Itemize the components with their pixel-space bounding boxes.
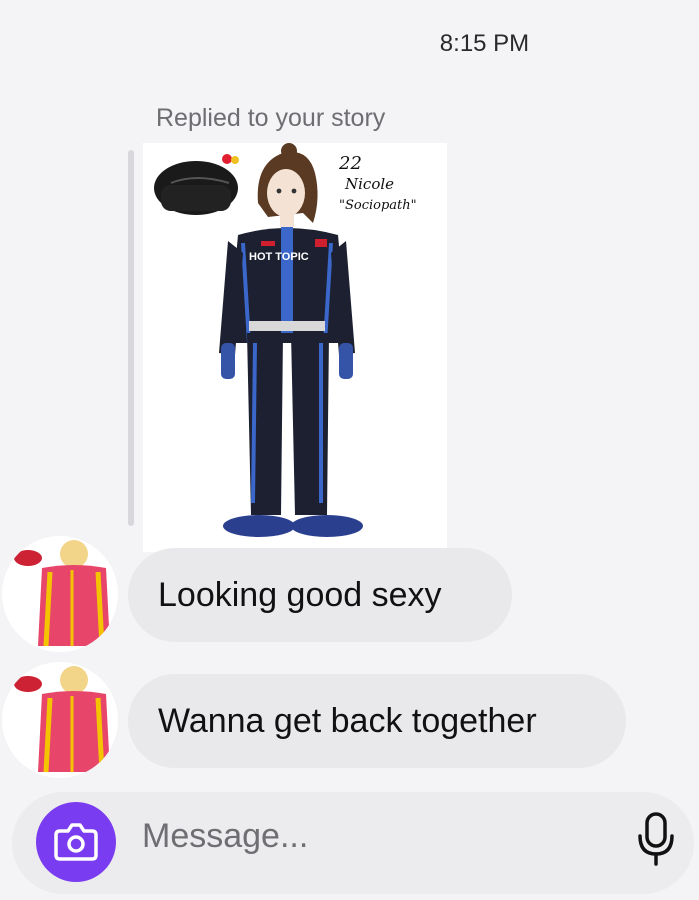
avatar[interactable] — [2, 662, 118, 778]
message-timestamp: 8:15 PM — [439, 30, 530, 57]
reply-quote-bar — [128, 150, 134, 526]
microphone-icon[interactable] — [632, 810, 682, 870]
composer-field — [12, 792, 694, 894]
message-bubble[interactable]: Looking good sexy — [128, 548, 512, 642]
helmet-drawing — [154, 154, 239, 215]
message-input[interactable] — [140, 810, 584, 862]
message-text: Wanna get back together — [158, 701, 537, 740]
avatar[interactable] — [2, 536, 118, 652]
driver-number: 22 — [338, 153, 362, 174]
story-illustration: HOT TOPIC 22 Nicole "Sociopath" — [154, 143, 417, 537]
avatar-illustration — [14, 540, 110, 647]
camera-icon — [54, 823, 98, 861]
avatar-illustration — [14, 666, 110, 773]
replied-to-story-label: Replied to your story — [156, 104, 386, 132]
story-image[interactable]: HOT TOPIC 22 Nicole "Sociopath" — [143, 143, 447, 552]
sponsor-text: HOT TOPIC — [249, 251, 309, 263]
message-composer — [0, 790, 699, 900]
driver-name: Nicole — [344, 175, 394, 193]
message-text: Looking good sexy — [158, 575, 442, 614]
message-bubble[interactable]: Wanna get back together — [128, 674, 626, 768]
camera-button[interactable] — [36, 802, 116, 882]
driver-nickname: "Sociopath" — [339, 198, 417, 213]
